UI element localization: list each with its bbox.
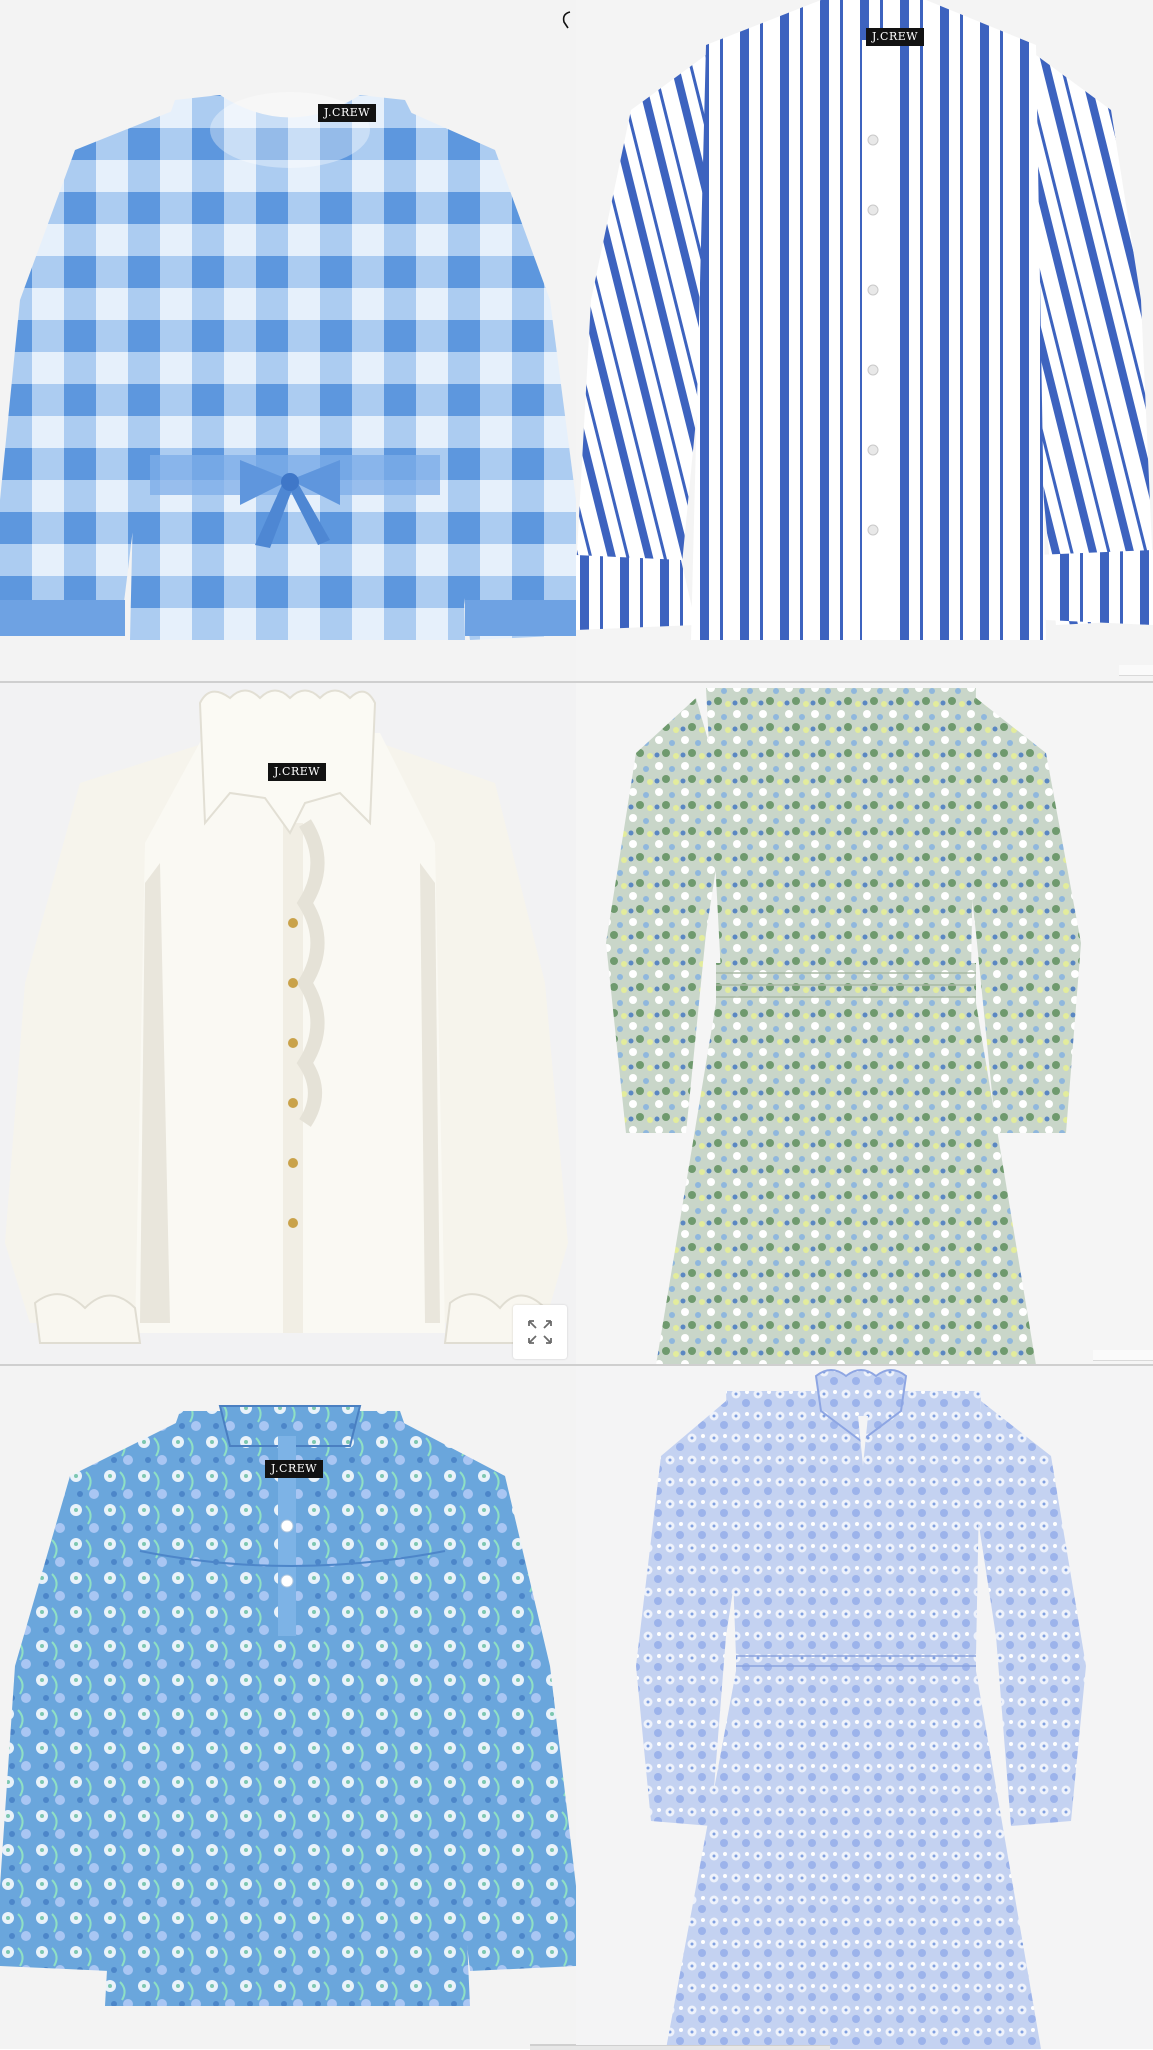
ruffle-blouse-graphic — [0, 683, 576, 1365]
product-image-striped-shirt[interactable]: J.CREW — [576, 0, 1153, 682]
product-image-gingham-top[interactable]: J.CREW — [0, 0, 576, 682]
blue-dress-graphic — [576, 1366, 1153, 2049]
collage-row-2: J.CREW — [0, 683, 1153, 1365]
product-image-blue-dress[interactable] — [576, 1366, 1153, 2049]
scroll-marker — [1119, 665, 1153, 676]
collage-row-3: J.CREW — [0, 1366, 1153, 2049]
product-collage: J.CREW J.CREW J.CREW J.CREW — [0, 0, 1153, 2050]
scroll-marker — [1093, 1350, 1153, 1361]
product-image-ruffle-blouse[interactable]: J.CREW — [0, 683, 576, 1365]
expand-button[interactable] — [513, 1305, 567, 1359]
cursor-icon — [562, 11, 571, 29]
striped-shirt-graphic — [576, 0, 1153, 682]
brand-label: J.CREW — [268, 763, 327, 781]
expand-icon — [528, 1320, 552, 1344]
bottom-scroll-indicator — [530, 2045, 830, 2050]
gingham-top-graphic — [0, 0, 576, 682]
brand-label: J.CREW — [265, 1460, 324, 1478]
product-image-floral-top[interactable]: J.CREW — [0, 1366, 576, 2049]
product-image-floral-dress[interactable] — [576, 683, 1153, 1365]
collage-row-1: J.CREW J.CREW — [0, 0, 1153, 682]
brand-label: J.CREW — [866, 28, 925, 46]
brand-label: J.CREW — [318, 104, 377, 122]
floral-dress-graphic — [576, 683, 1153, 1365]
